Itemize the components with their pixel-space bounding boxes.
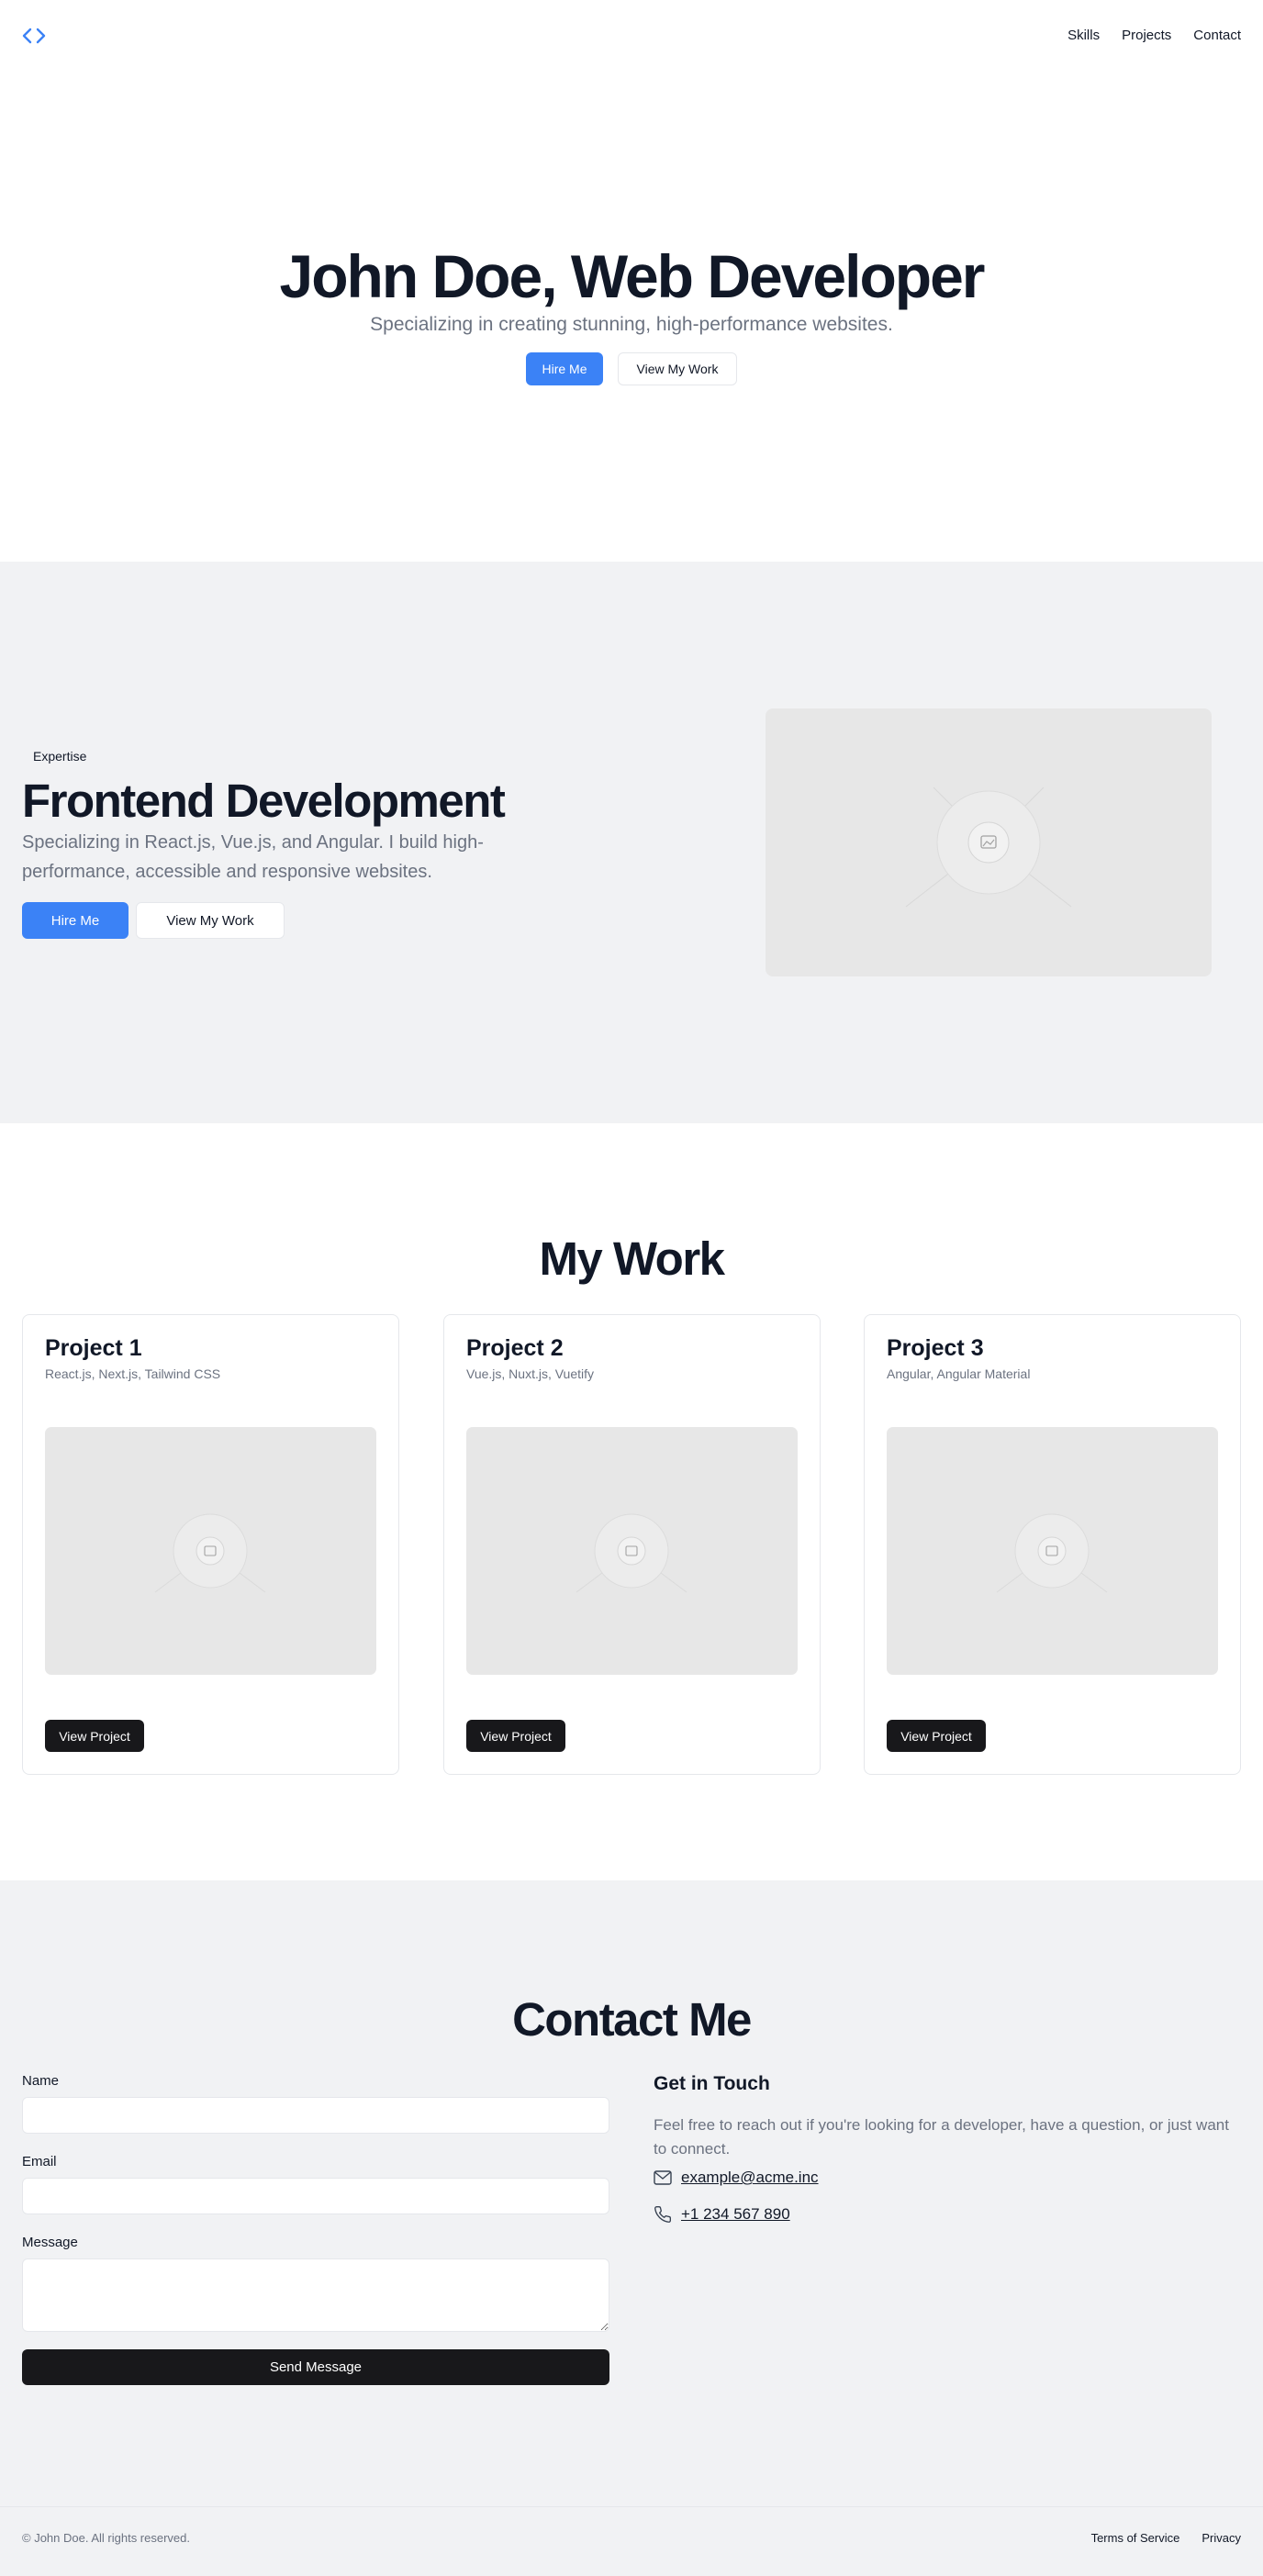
site-footer: © John Doe. All rights reserved. Terms o… [0, 2506, 1263, 2576]
email-link[interactable]: example@acme.inc [681, 2169, 819, 2187]
send-message-button[interactable]: Send Message [22, 2349, 609, 2385]
nav-link-skills[interactable]: Skills [1067, 28, 1100, 43]
project-title: Project 1 [45, 1335, 142, 1361]
nav-link-contact[interactable]: Contact [1193, 28, 1241, 43]
image-placeholder-icon [766, 708, 1212, 976]
email-contact-row[interactable]: example@acme.inc [654, 2169, 819, 2187]
hire-me-button[interactable]: Hire Me [526, 352, 603, 385]
expertise-actions: Hire Me View My Work [22, 902, 285, 939]
image-placeholder-icon [887, 1427, 1218, 1675]
hero-subtitle: Specializing in creating stunning, high-… [370, 314, 893, 335]
project-card: Project 2 Vue.js, Nuxt.js, Vuetify View … [443, 1314, 821, 1775]
expertise-tag: Expertise [33, 749, 87, 764]
nav-link-projects[interactable]: Projects [1122, 28, 1171, 43]
phone-icon [654, 2205, 672, 2223]
get-in-touch-heading: Get in Touch [654, 2073, 770, 2094]
get-in-touch-description: Feel free to reach out if you're looking… [654, 2116, 1229, 2158]
view-my-work-button[interactable]: View My Work [618, 352, 737, 385]
expertise-section: Expertise Frontend Development Specializ… [0, 562, 1263, 1123]
mail-icon [654, 2170, 672, 2185]
view-project-button[interactable]: View Project [466, 1720, 565, 1752]
copyright-text: © John Doe. All rights reserved. [22, 2531, 190, 2545]
email-field[interactable] [22, 2178, 609, 2214]
hero-actions: Hire Me View My Work [0, 352, 1263, 385]
project-card: Project 1 React.js, Next.js, Tailwind CS… [22, 1314, 399, 1775]
project-tech: Vue.js, Nuxt.js, Vuetify [466, 1366, 595, 1381]
privacy-link[interactable]: Privacy [1202, 2531, 1241, 2545]
expertise-hire-me-button[interactable]: Hire Me [22, 902, 129, 939]
expertise-view-my-work-button[interactable]: View My Work [136, 902, 285, 939]
email-label: Email [22, 2154, 57, 2169]
name-label: Name [22, 2073, 60, 2089]
hero-section: John Doe, Web Developer Specializing in … [0, 73, 1263, 562]
project-card: Project 3 Angular, Angular Material View… [864, 1314, 1241, 1775]
main-nav: Skills Projects Contact [1067, 28, 1241, 43]
name-field[interactable] [22, 2097, 609, 2134]
project-tech: React.js, Next.js, Tailwind CSS [45, 1366, 221, 1381]
hero-title: John Doe, Web Developer [279, 242, 986, 310]
project-title: Project 2 [466, 1335, 564, 1361]
project-tech: Angular, Angular Material [887, 1366, 1031, 1381]
contact-section: Contact Me Name Email Message Send Messa… [0, 1880, 1263, 2506]
footer-links: Terms of Service Privacy [1091, 2531, 1241, 2545]
phone-link[interactable]: +1 234 567 890 [681, 2205, 790, 2224]
expertise-title: Frontend Development [22, 775, 506, 827]
project-title: Project 3 [887, 1335, 984, 1361]
terms-of-service-link[interactable]: Terms of Service [1091, 2531, 1180, 2545]
expertise-description: Specializing in React.js, Vue.js, and An… [22, 832, 484, 882]
message-label: Message [22, 2235, 78, 2250]
image-placeholder-icon [466, 1427, 798, 1675]
work-title: My Work [539, 1232, 725, 1285]
view-project-button[interactable]: View Project [45, 1720, 144, 1752]
image-placeholder-icon [45, 1427, 376, 1675]
view-project-button[interactable]: View Project [887, 1720, 986, 1752]
site-header: Skills Projects Contact [0, 0, 1263, 73]
code-brackets-icon[interactable] [22, 26, 46, 46]
message-field[interactable] [22, 2258, 609, 2332]
work-section: My Work Project 1 React.js, Next.js, Tai… [0, 1123, 1263, 1880]
phone-contact-row[interactable]: +1 234 567 890 [654, 2205, 790, 2224]
contact-title: Contact Me [512, 1993, 752, 2046]
